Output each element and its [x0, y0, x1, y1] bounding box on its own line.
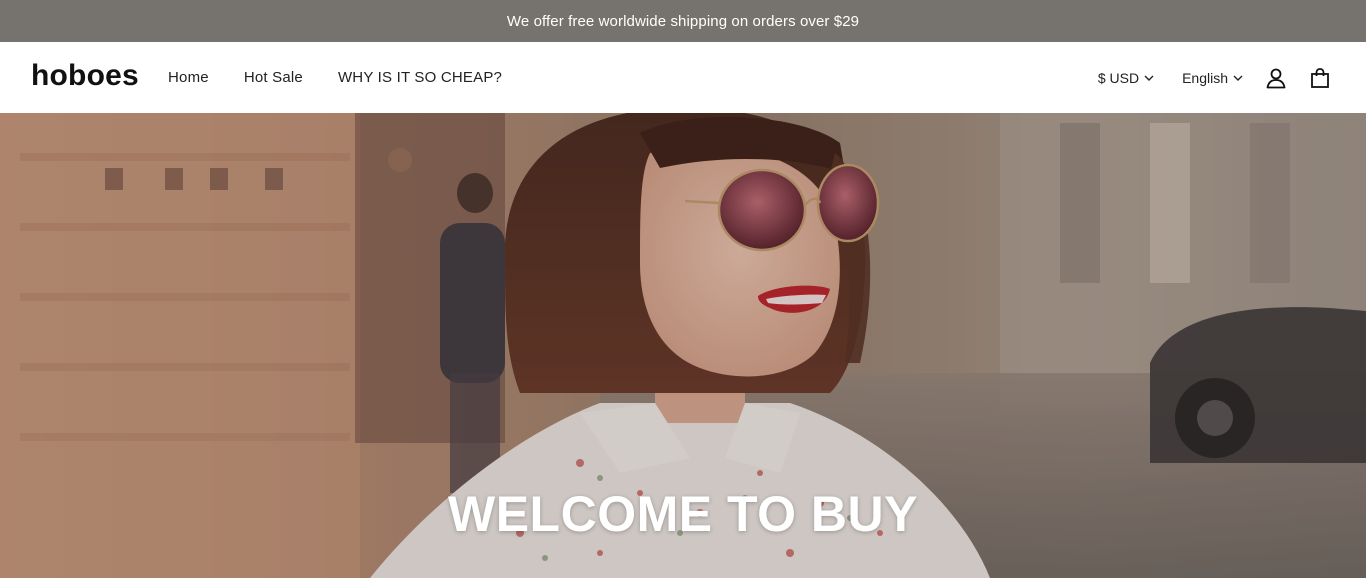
nav-item-why-cheap[interactable]: WHY IS IT SO CHEAP?	[338, 69, 502, 86]
site-logo[interactable]: hoboes	[31, 59, 139, 93]
currency-selector[interactable]: $ USD	[1098, 70, 1155, 86]
currency-label: $ USD	[1097, 69, 1140, 86]
chevron-down-icon	[1233, 75, 1243, 81]
nav-item-hot-sale[interactable]: Hot Sale	[244, 69, 303, 86]
announcement-text: We offer free worldwide shipping on orde…	[506, 12, 860, 30]
main-nav: Home Hot Sale WHY IS IT SO CHEAP?	[168, 42, 537, 113]
shopping-bag-icon	[1311, 67, 1329, 88]
hero-title: WELCOME TO BUY	[448, 486, 918, 542]
header-utilities: $ USD English	[1098, 42, 1332, 113]
announcement-bar: We offer free worldwide shipping on orde…	[0, 0, 1366, 42]
chevron-down-icon	[1144, 75, 1154, 81]
site-header: hoboes Home Hot Sale WHY IS IT SO CHEAP?…	[0, 42, 1366, 113]
cart-button[interactable]	[1308, 66, 1332, 90]
nav-item-home[interactable]: Home	[168, 69, 209, 86]
language-selector[interactable]: English	[1182, 70, 1244, 86]
user-icon	[1266, 68, 1286, 88]
account-button[interactable]	[1264, 66, 1288, 90]
hero-banner[interactable]: WELCOME TO BUY	[0, 113, 1366, 578]
language-label: English	[1182, 69, 1228, 86]
